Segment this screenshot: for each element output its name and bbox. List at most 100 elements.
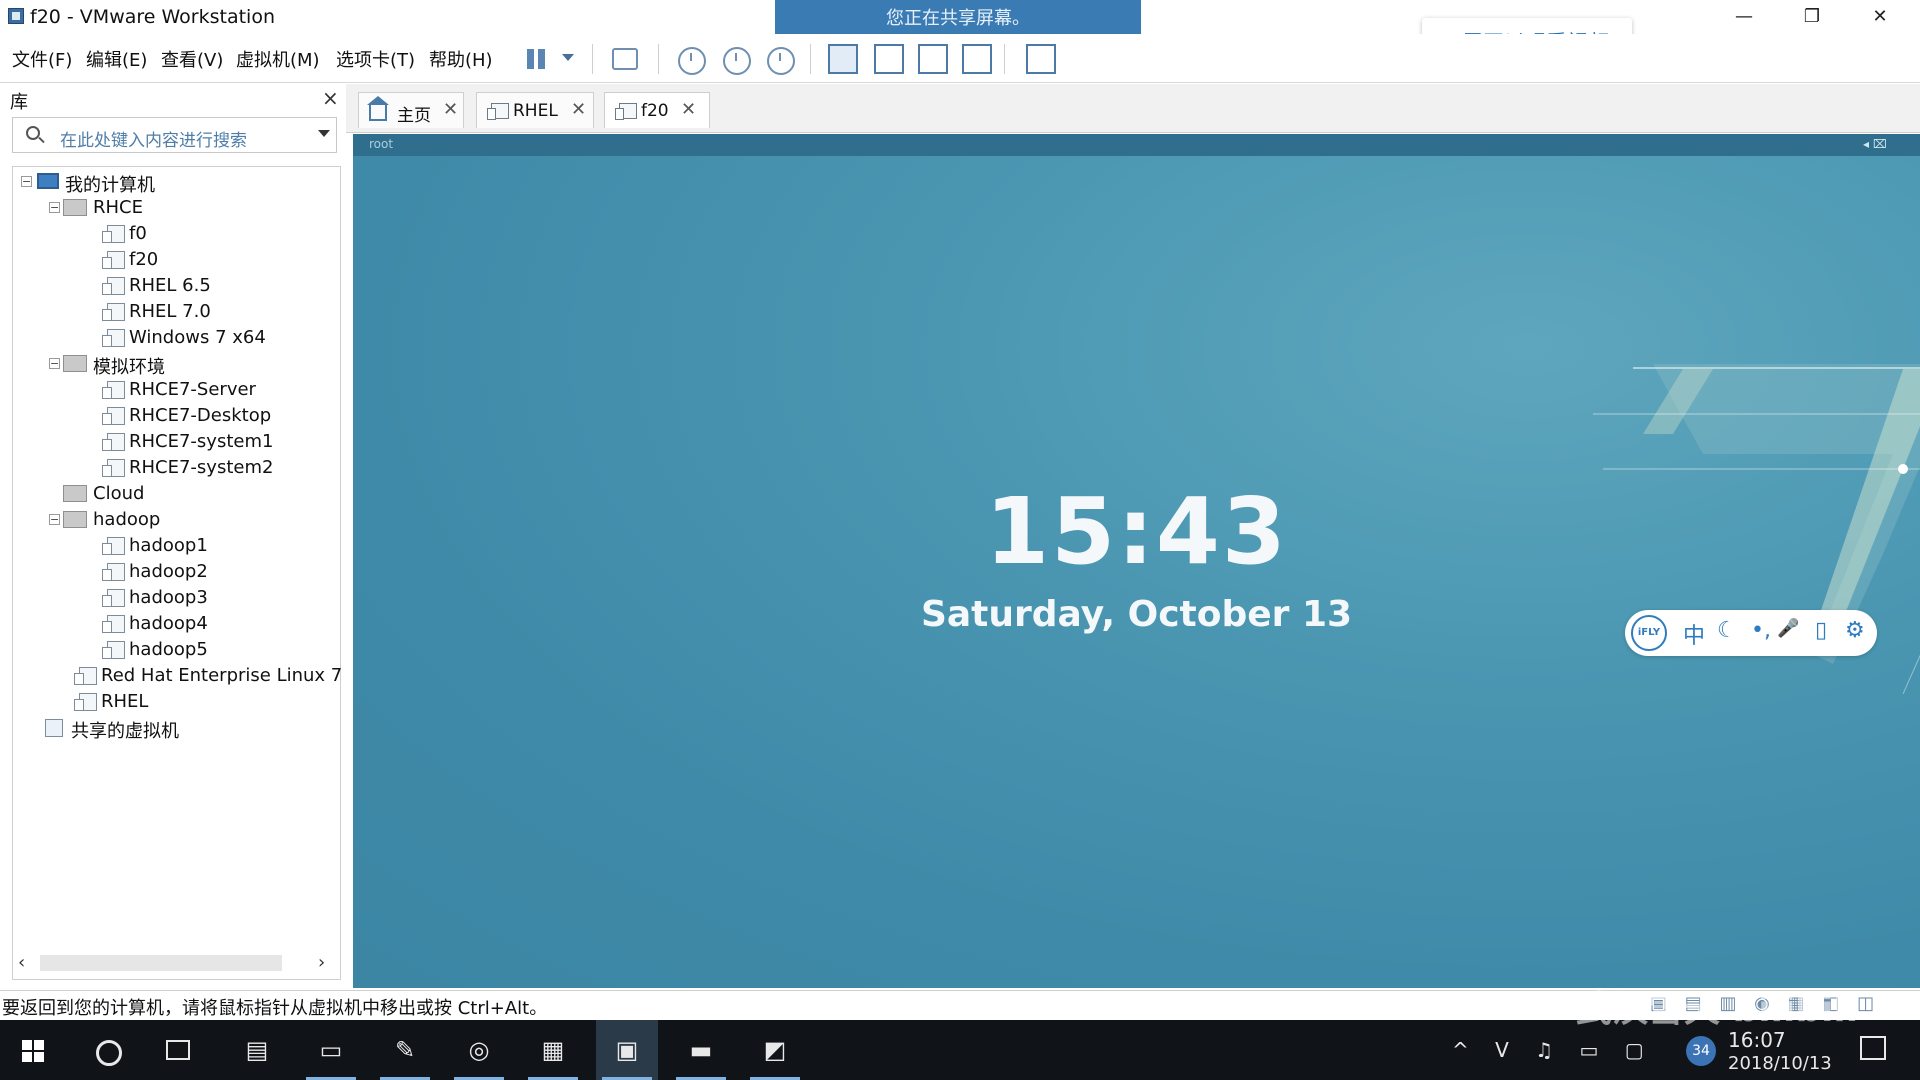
tab-f20[interactable]: f20 ✕: [604, 92, 710, 128]
tree-label: hadoop2: [129, 561, 208, 582]
minimize-button[interactable]: —: [1716, 0, 1772, 34]
microphone-icon[interactable]: 🎤: [1777, 618, 1799, 639]
file-explorer-icon[interactable]: ▭: [300, 1020, 362, 1080]
vm-icon: [102, 277, 125, 295]
ifly-input-toolbar[interactable]: iFLY 中 ☾ •, 🎤 ▯ ⚙: [1625, 610, 1877, 656]
library-close-button[interactable]: ×: [322, 86, 339, 110]
cortana-search-icon[interactable]: [96, 1040, 122, 1066]
browser-icon[interactable]: ◎: [448, 1020, 510, 1080]
snapshot-manager-icon[interactable]: [767, 47, 795, 75]
tab-label: f20: [641, 101, 669, 121]
menu-tabs[interactable]: 选项卡(T): [336, 46, 415, 72]
search-dropdown-icon[interactable]: [318, 130, 330, 137]
sticky-notes-icon[interactable]: ◩: [744, 1020, 806, 1080]
soft-keyboard-icon[interactable]: ▯: [1815, 618, 1827, 643]
console-view-icon[interactable]: [1026, 44, 1056, 74]
collapse-icon[interactable]: −: [21, 176, 32, 187]
menu-file[interactable]: 文件(F): [12, 46, 72, 72]
library-title: 库: [10, 92, 28, 113]
task-view-icon[interactable]: [166, 1040, 190, 1060]
vm-console[interactable]: root ◂ ⌧ 15:43 Saturday, October 13 iFLY…: [353, 134, 1920, 988]
tree-label: RHCE: [93, 197, 143, 218]
tree-label: Red Hat Enterprise Linux 7 6: [101, 665, 341, 686]
search-placeholder: 在此处键入内容进行搜索: [60, 131, 247, 151]
presentation-app-icon[interactable]: ▬: [670, 1020, 732, 1080]
status-message: 要返回到您的计算机，请将鼠标指针从虚拟机中移出或按 Ctrl+Alt。: [2, 998, 548, 1019]
scroll-left-icon[interactable]: ‹: [18, 952, 25, 973]
tab-rhel[interactable]: RHEL ✕: [476, 92, 594, 128]
tree-item-vm[interactable]: Red Hat Enterprise Linux 7 6: [71, 665, 341, 689]
toolbar-separator: [592, 44, 593, 74]
revert-snapshot-icon[interactable]: [723, 47, 751, 75]
scroll-thumb[interactable]: [40, 955, 282, 971]
home-icon: [367, 96, 389, 121]
collapse-icon[interactable]: −: [49, 202, 60, 213]
menu-view[interactable]: 查看(V): [161, 46, 223, 72]
folder-icon: [63, 199, 87, 216]
tab-close-icon[interactable]: ✕: [571, 99, 586, 120]
tree-label: RHCE7-Desktop: [129, 405, 272, 426]
tab-close-icon[interactable]: ✕: [443, 99, 458, 120]
toolbar-separator: [810, 44, 811, 74]
chat-app-icon[interactable]: ▤: [226, 1020, 288, 1080]
vm-icon: [102, 407, 125, 425]
vmware-app-icon[interactable]: [8, 8, 24, 24]
collapse-icon[interactable]: −: [49, 514, 60, 525]
menu-edit[interactable]: 编辑(E): [86, 46, 147, 72]
show-library-icon[interactable]: [828, 44, 858, 74]
vm-icon: [102, 225, 125, 243]
tree-label: f20: [129, 249, 159, 270]
close-window-button[interactable]: ✕: [1852, 0, 1908, 34]
vm-icon: [615, 103, 637, 120]
windows-start-icon[interactable]: [22, 1040, 44, 1062]
vm-icon: [102, 563, 125, 581]
notification-center-icon[interactable]: [1860, 1036, 1886, 1060]
snapshot-icon[interactable]: [678, 47, 706, 75]
tree-label: RHEL 6.5: [129, 275, 211, 296]
library-header: [0, 84, 344, 116]
punctuation-icon[interactable]: •,: [1751, 618, 1771, 643]
menu-help[interactable]: 帮助(H): [429, 46, 493, 72]
folder-icon: [63, 355, 87, 372]
moon-icon[interactable]: ☾: [1717, 618, 1737, 643]
restore-button[interactable]: ❐: [1784, 0, 1840, 34]
gear-icon[interactable]: ⚙: [1845, 618, 1865, 643]
tree-label: RHCE7-Server: [129, 379, 256, 400]
tree-label: 模拟环境: [93, 357, 165, 378]
editor-app-icon[interactable]: ✎: [374, 1020, 436, 1080]
tab-label: 主页: [397, 106, 431, 126]
ifly-logo[interactable]: iFLY: [1631, 615, 1667, 651]
power-dropdown-icon[interactable]: [562, 54, 574, 61]
thumbnail-bar-icon[interactable]: [874, 44, 904, 74]
tab-home[interactable]: 主页 ✕: [358, 92, 464, 128]
menu-vm[interactable]: 虚拟机(M): [236, 46, 320, 72]
vm-icon: [102, 459, 125, 477]
tray-badge[interactable]: 34: [1686, 1036, 1716, 1066]
vm-top-panel: [353, 134, 1920, 156]
tree-label: f0: [129, 223, 147, 244]
full-screen-icon[interactable]: [918, 44, 948, 74]
vm-icon: [74, 693, 97, 711]
collapse-icon[interactable]: −: [49, 358, 60, 369]
lockscreen-time: 15:43: [985, 478, 1288, 585]
tray-clock-date[interactable]: 2018/10/13: [1728, 1053, 1832, 1074]
vm-system-icons[interactable]: ◂ ⌧: [1863, 137, 1887, 151]
toolbar-separator: [658, 44, 659, 74]
scroll-right-icon[interactable]: ›: [318, 952, 325, 973]
vm-running-icon: [102, 251, 125, 269]
tab-close-icon[interactable]: ✕: [681, 99, 696, 120]
tree-label: Windows 7 x64: [129, 327, 266, 348]
send-keys-icon[interactable]: [612, 48, 638, 70]
system-tray-icons[interactable]: ^ V ♫ ▭ ▢: [1452, 1038, 1654, 1062]
vmware-taskbar-icon[interactable]: ▣: [596, 1020, 658, 1080]
vm-icon: [74, 667, 97, 685]
toolbar-separator: [1004, 44, 1005, 74]
tree-label: 我的计算机: [65, 175, 155, 196]
vm-icon: [102, 381, 125, 399]
ifly-chinese-mode[interactable]: 中: [1683, 618, 1705, 650]
pause-icon[interactable]: [524, 44, 554, 74]
excel-icon[interactable]: ▦: [522, 1020, 584, 1080]
vm-icon: [102, 589, 125, 607]
vm-user-label: root: [369, 137, 394, 151]
unity-icon[interactable]: [962, 44, 992, 74]
